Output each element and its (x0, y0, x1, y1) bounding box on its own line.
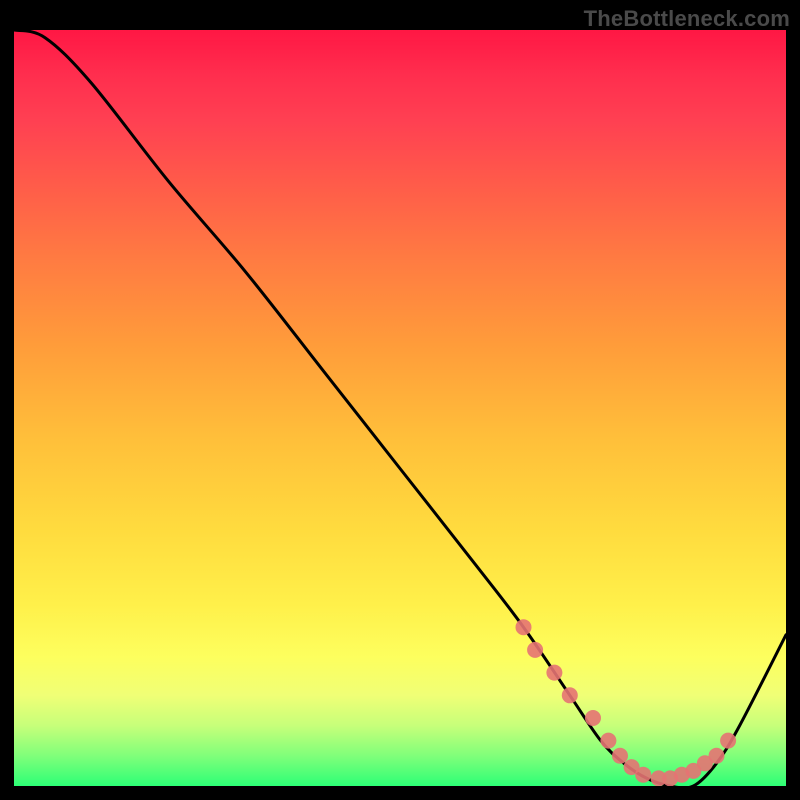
plot-area (14, 30, 786, 786)
chart-container: TheBottleneck.com (0, 0, 800, 800)
data-point-marker (585, 710, 601, 726)
data-point-marker (709, 748, 725, 764)
curve-line (14, 30, 786, 786)
data-point-marker (720, 733, 736, 749)
watermark-label: TheBottleneck.com (584, 6, 790, 32)
data-point-marker (635, 767, 651, 783)
data-point-marker (612, 748, 628, 764)
data-point-marker (600, 733, 616, 749)
data-point-marker (562, 687, 578, 703)
chart-svg (14, 30, 786, 786)
data-point-marker (527, 642, 543, 658)
data-point-marker (546, 665, 562, 681)
data-point-marker (516, 619, 532, 635)
